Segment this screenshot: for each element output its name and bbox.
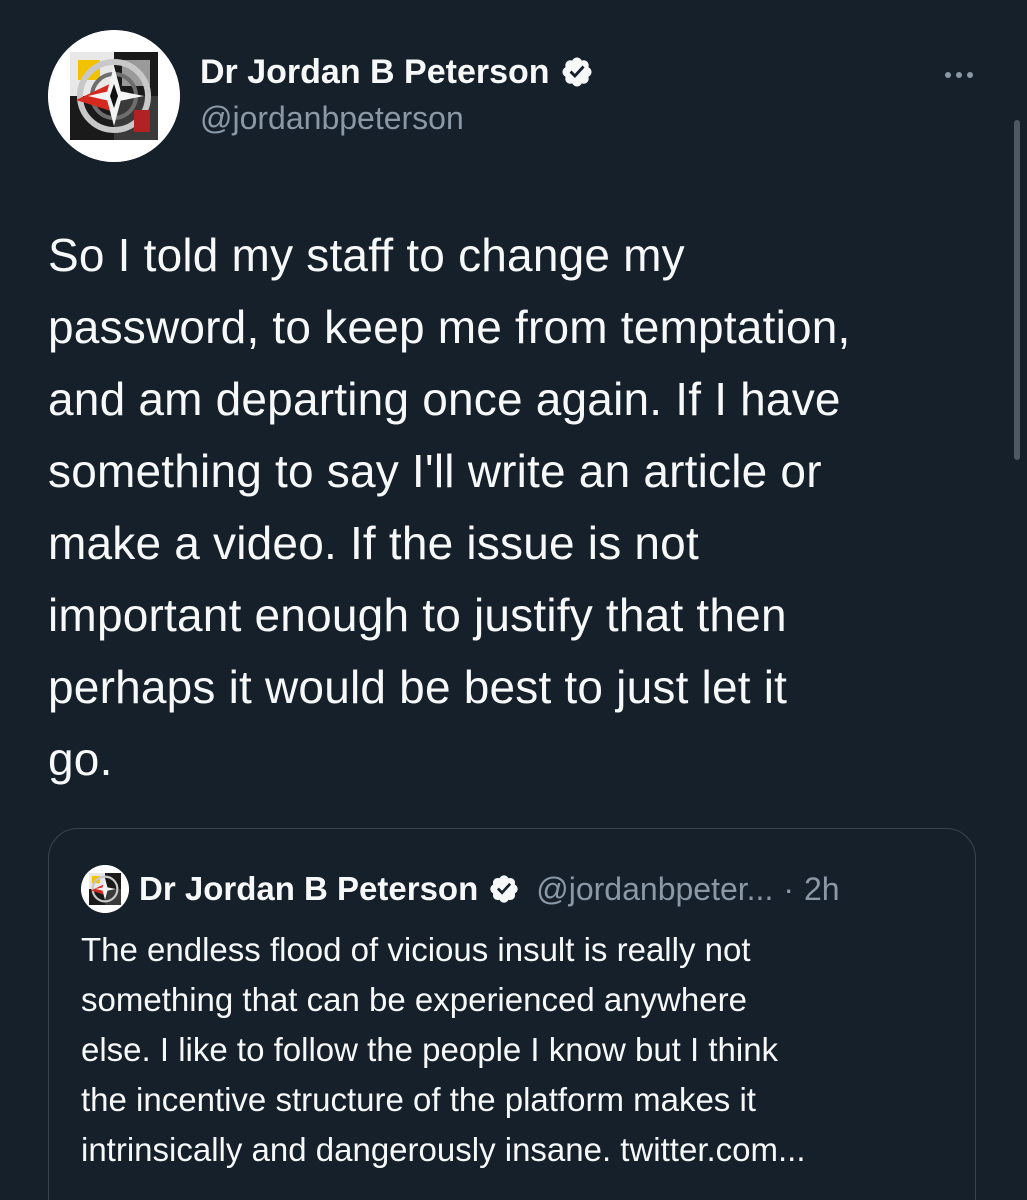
- verified-badge-icon: [562, 57, 592, 87]
- scrollbar[interactable]: [1014, 120, 1020, 460]
- jbp-logo-icon: [81, 865, 129, 913]
- tweet-text: So I told my staff to change my password…: [48, 229, 851, 785]
- verified-badge-icon: [490, 875, 518, 903]
- quoted-tweet-timestamp: 2h: [803, 870, 840, 907]
- author-handle[interactable]: @jordanbpeterson: [200, 100, 594, 137]
- quoted-tweet-header: Dr Jordan B Peterson @jordanbpeter... · …: [81, 865, 840, 913]
- meta-separator: ·: [783, 870, 794, 907]
- author-avatar[interactable]: [48, 30, 180, 162]
- more-dot: [967, 72, 973, 78]
- more-dot: [956, 72, 962, 78]
- jbp-logo-icon: [48, 30, 180, 162]
- quoted-author-handle: @jordanbpeter...: [536, 870, 774, 907]
- quoted-tweet-card[interactable]: Dr Jordan B Peterson @jordanbpeter... · …: [48, 828, 976, 1200]
- quoted-author-avatar: [81, 865, 129, 913]
- author-info: Dr Jordan B Peterson @jordanbpeterson: [200, 50, 594, 137]
- quoted-tweet-text: The endless flood of vicious insult is r…: [81, 931, 806, 1168]
- author-display-name[interactable]: Dr Jordan B Peterson: [200, 53, 550, 92]
- quoted-author-display-name: Dr Jordan B Peterson: [139, 870, 479, 907]
- more-options-icon[interactable]: [934, 60, 984, 90]
- more-dot: [945, 72, 951, 78]
- tweet-view: Dr Jordan B Peterson @jordanbpeterson So…: [0, 0, 1027, 1200]
